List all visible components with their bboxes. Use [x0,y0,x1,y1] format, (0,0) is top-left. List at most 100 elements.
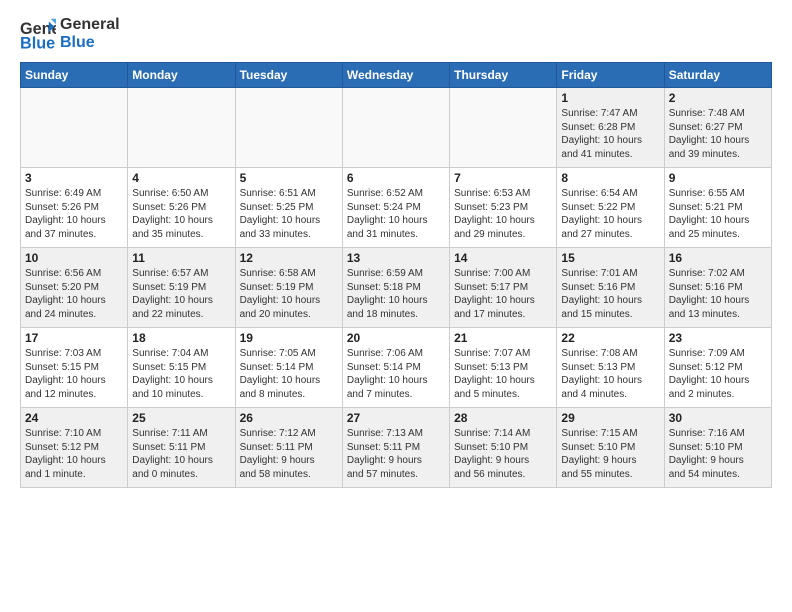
week-row-2: 3Sunrise: 6:49 AM Sunset: 5:26 PM Daylig… [21,168,772,248]
day-info: Sunrise: 6:52 AM Sunset: 5:24 PM Dayligh… [347,187,445,241]
logo-general: General [60,16,120,34]
header: General Blue General Blue [20,16,772,52]
calendar-cell: 1 Sunrise: 7:47 AM Sunset: 6:28 PM Daylig… [557,88,664,168]
calendar-cell: 19Sunrise: 7:05 AM Sunset: 5:14 PM Dayli… [235,328,342,408]
weekday-header-wednesday: Wednesday [342,63,449,88]
calendar-cell: 25 Sunrise: 7:11 AM Sunset: 5:11 PM Dayli… [128,408,235,488]
week-row-1: 1 Sunrise: 7:47 AM Sunset: 6:28 PM Daylig… [21,88,772,168]
day-info: Sunrise: 7:04 AM Sunset: 5:15 PM Dayligh… [132,347,230,401]
calendar-cell: 3Sunrise: 6:49 AM Sunset: 5:26 PM Daylig… [21,168,128,248]
day-info: Sunrise: 7:12 AM Sunset: 5:11 PM Dayligh… [240,427,338,481]
day-number: 29 [561,411,659,425]
day-info: Sunrise: 6:53 AM Sunset: 5:23 PM Dayligh… [454,187,552,241]
day-info: Sunrise: 7:15 AM Sunset: 5:10 PM Dayligh… [561,427,659,481]
logo-icon: General Blue [20,16,56,52]
day-info: Sunrise: 7:09 AM Sunset: 5:12 PM Dayligh… [669,347,767,401]
week-row-3: 10Sunrise: 6:56 AM Sunset: 5:20 PM Dayli… [21,248,772,328]
weekday-header-sunday: Sunday [21,63,128,88]
day-info: Sunrise: 7:06 AM Sunset: 5:14 PM Dayligh… [347,347,445,401]
calendar-cell: 17Sunrise: 7:03 AM Sunset: 5:15 PM Dayli… [21,328,128,408]
day-number: 22 [561,331,659,345]
calendar-cell: 28 Sunrise: 7:14 AM Sunset: 5:10 PM Dayli… [450,408,557,488]
weekday-row: SundayMondayTuesdayWednesdayThursdayFrid… [21,63,772,88]
calendar-cell: 23 Sunrise: 7:09 AM Sunset: 5:12 PM Dayli… [664,328,771,408]
weekday-header-monday: Monday [128,63,235,88]
page: General Blue General Blue SundayMondayTu… [0,0,792,612]
calendar-cell: 11Sunrise: 6:57 AM Sunset: 5:19 PM Dayli… [128,248,235,328]
calendar-cell: 2 Sunrise: 7:48 AM Sunset: 6:27 PM Daylig… [664,88,771,168]
day-number: 27 [347,411,445,425]
weekday-header-friday: Friday [557,63,664,88]
day-number: 23 [669,331,767,345]
day-number: 20 [347,331,445,345]
calendar-cell [450,88,557,168]
day-info: Sunrise: 7:08 AM Sunset: 5:13 PM Dayligh… [561,347,659,401]
day-number: 6 [347,171,445,185]
day-number: 13 [347,251,445,265]
day-number: 5 [240,171,338,185]
calendar-cell: 20 Sunrise: 7:06 AM Sunset: 5:14 PM Dayli… [342,328,449,408]
calendar-cell: 22 Sunrise: 7:08 AM Sunset: 5:13 PM Dayli… [557,328,664,408]
day-info: Sunrise: 7:11 AM Sunset: 5:11 PM Dayligh… [132,427,230,481]
calendar-cell: 24 Sunrise: 7:10 AM Sunset: 5:12 PM Dayli… [21,408,128,488]
day-number: 24 [25,411,123,425]
weekday-header-tuesday: Tuesday [235,63,342,88]
logo-blue: Blue [60,34,120,52]
calendar-cell: 21 Sunrise: 7:07 AM Sunset: 5:13 PM Dayli… [450,328,557,408]
calendar-cell: 6 Sunrise: 6:52 AM Sunset: 5:24 PM Daylig… [342,168,449,248]
day-number: 2 [669,91,767,105]
day-number: 10 [25,251,123,265]
day-info: Sunrise: 7:02 AM Sunset: 5:16 PM Dayligh… [669,267,767,321]
svg-text:Blue: Blue [20,34,55,52]
day-info: Sunrise: 7:48 AM Sunset: 6:27 PM Dayligh… [669,107,767,161]
day-info: Sunrise: 6:50 AM Sunset: 5:26 PM Dayligh… [132,187,230,241]
day-number: 25 [132,411,230,425]
day-info: Sunrise: 6:55 AM Sunset: 5:21 PM Dayligh… [669,187,767,241]
day-info: Sunrise: 6:57 AM Sunset: 5:19 PM Dayligh… [132,267,230,321]
calendar-cell [128,88,235,168]
calendar-cell: 12Sunrise: 6:58 AM Sunset: 5:19 PM Dayli… [235,248,342,328]
day-number: 16 [669,251,767,265]
calendar-table: SundayMondayTuesdayWednesdayThursdayFrid… [20,62,772,488]
calendar-cell [21,88,128,168]
day-info: Sunrise: 6:49 AM Sunset: 5:26 PM Dayligh… [25,187,123,241]
day-number: 1 [561,91,659,105]
weekday-header-thursday: Thursday [450,63,557,88]
calendar-cell: 9Sunrise: 6:55 AM Sunset: 5:21 PM Daylig… [664,168,771,248]
calendar-cell: 5 Sunrise: 6:51 AM Sunset: 5:25 PM Daylig… [235,168,342,248]
day-number: 7 [454,171,552,185]
day-info: Sunrise: 6:54 AM Sunset: 5:22 PM Dayligh… [561,187,659,241]
day-info: Sunrise: 7:10 AM Sunset: 5:12 PM Dayligh… [25,427,123,481]
calendar-cell: 7 Sunrise: 6:53 AM Sunset: 5:23 PM Daylig… [450,168,557,248]
logo: General Blue General Blue [20,16,120,52]
calendar-cell: 30Sunrise: 7:16 AM Sunset: 5:10 PM Dayli… [664,408,771,488]
day-number: 21 [454,331,552,345]
calendar-cell [235,88,342,168]
day-info: Sunrise: 6:58 AM Sunset: 5:19 PM Dayligh… [240,267,338,321]
day-number: 18 [132,331,230,345]
week-row-5: 24 Sunrise: 7:10 AM Sunset: 5:12 PM Dayli… [21,408,772,488]
calendar-header: SundayMondayTuesdayWednesdayThursdayFrid… [21,63,772,88]
day-number: 14 [454,251,552,265]
calendar-cell: 16 Sunrise: 7:02 AM Sunset: 5:16 PM Dayli… [664,248,771,328]
calendar-cell: 10Sunrise: 6:56 AM Sunset: 5:20 PM Dayli… [21,248,128,328]
calendar-cell: 27Sunrise: 7:13 AM Sunset: 5:11 PM Dayli… [342,408,449,488]
calendar-cell [342,88,449,168]
day-info: Sunrise: 7:05 AM Sunset: 5:14 PM Dayligh… [240,347,338,401]
day-info: Sunrise: 7:03 AM Sunset: 5:15 PM Dayligh… [25,347,123,401]
calendar-cell: 15 Sunrise: 7:01 AM Sunset: 5:16 PM Dayli… [557,248,664,328]
calendar-cell: 29 Sunrise: 7:15 AM Sunset: 5:10 PM Dayli… [557,408,664,488]
day-info: Sunrise: 7:47 AM Sunset: 6:28 PM Dayligh… [561,107,659,161]
calendar-cell: 14Sunrise: 7:00 AM Sunset: 5:17 PM Dayli… [450,248,557,328]
weekday-header-saturday: Saturday [664,63,771,88]
day-info: Sunrise: 7:07 AM Sunset: 5:13 PM Dayligh… [454,347,552,401]
day-info: Sunrise: 6:59 AM Sunset: 5:18 PM Dayligh… [347,267,445,321]
day-number: 28 [454,411,552,425]
day-number: 8 [561,171,659,185]
day-number: 15 [561,251,659,265]
day-info: Sunrise: 7:14 AM Sunset: 5:10 PM Dayligh… [454,427,552,481]
day-info: Sunrise: 6:51 AM Sunset: 5:25 PM Dayligh… [240,187,338,241]
week-row-4: 17Sunrise: 7:03 AM Sunset: 5:15 PM Dayli… [21,328,772,408]
day-info: Sunrise: 7:01 AM Sunset: 5:16 PM Dayligh… [561,267,659,321]
day-number: 4 [132,171,230,185]
